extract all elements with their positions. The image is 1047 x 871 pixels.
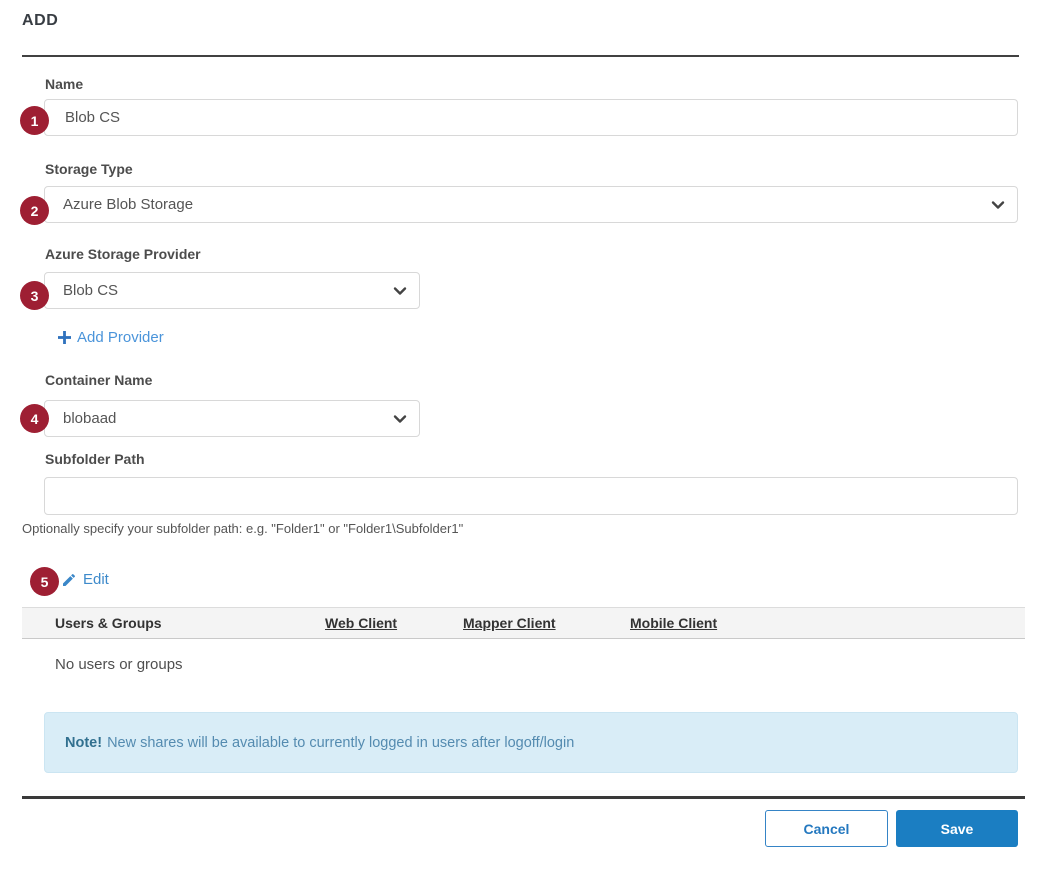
name-label: Name bbox=[45, 76, 83, 92]
step-badge-5: 5 bbox=[30, 567, 59, 596]
info-note: Note! New shares will be available to cu… bbox=[44, 712, 1018, 773]
page-title: ADD bbox=[22, 12, 58, 30]
container-select[interactable]: blobaad bbox=[44, 400, 420, 437]
name-input[interactable] bbox=[44, 99, 1018, 136]
storage-type-field-wrap: Azure Blob Storage bbox=[44, 186, 1018, 223]
step-badge-1: 1 bbox=[20, 106, 49, 135]
top-divider bbox=[22, 55, 1019, 57]
empty-table-message: No users or groups bbox=[22, 639, 1025, 673]
permissions-table: Users & Groups Web Client Mapper Client … bbox=[22, 607, 1025, 673]
header-mapper-client: Mapper Client bbox=[463, 615, 630, 631]
permissions-table-header: Users & Groups Web Client Mapper Client … bbox=[22, 607, 1025, 639]
header-mobile-client: Mobile Client bbox=[630, 615, 1025, 631]
provider-select[interactable]: Blob CS bbox=[44, 272, 420, 309]
bottom-divider bbox=[22, 796, 1025, 799]
edit-permissions-link[interactable]: Edit bbox=[61, 571, 109, 588]
storage-type-label: Storage Type bbox=[45, 161, 133, 177]
plus-icon bbox=[58, 331, 71, 344]
note-text: New shares will be available to currentl… bbox=[107, 735, 574, 751]
step-badge-4: 4 bbox=[20, 404, 49, 433]
step-badge-2: 2 bbox=[20, 196, 49, 225]
header-users-groups: Users & Groups bbox=[22, 615, 325, 631]
add-share-dialog: ADD Name 1 Storage Type Azure Blob Stora… bbox=[0, 0, 1047, 871]
subfolder-input[interactable] bbox=[44, 477, 1018, 515]
add-provider-link[interactable]: Add Provider bbox=[58, 329, 164, 346]
provider-field-wrap: Blob CS bbox=[44, 272, 420, 309]
container-label: Container Name bbox=[45, 372, 152, 388]
header-web-client: Web Client bbox=[325, 615, 463, 631]
save-button[interactable]: Save bbox=[896, 810, 1018, 847]
pencil-icon bbox=[61, 572, 77, 588]
subfolder-help-text: Optionally specify your subfolder path: … bbox=[22, 521, 463, 536]
note-bold-label: Note! bbox=[65, 735, 102, 751]
container-field-wrap: blobaad bbox=[44, 400, 420, 437]
provider-label: Azure Storage Provider bbox=[45, 246, 201, 262]
cancel-button[interactable]: Cancel bbox=[765, 810, 888, 847]
name-field-wrap bbox=[44, 99, 1018, 136]
edit-link-label: Edit bbox=[83, 571, 109, 588]
add-provider-label: Add Provider bbox=[77, 329, 164, 346]
storage-type-select[interactable]: Azure Blob Storage bbox=[44, 186, 1018, 223]
step-badge-3: 3 bbox=[20, 281, 49, 310]
subfolder-label: Subfolder Path bbox=[45, 451, 145, 467]
subfolder-field-wrap bbox=[44, 477, 1018, 515]
